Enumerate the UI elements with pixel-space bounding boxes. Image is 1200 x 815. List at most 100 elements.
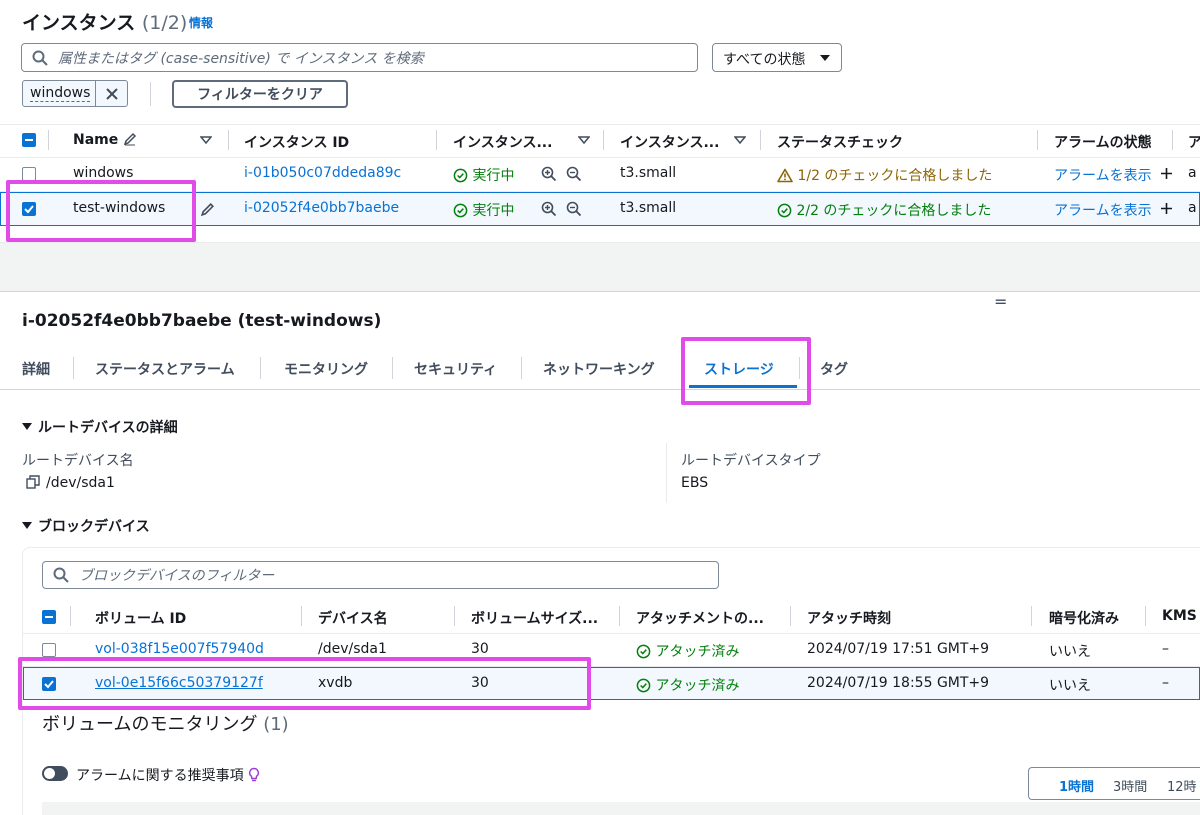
- root-device-section-title: ルートデバイスの詳細: [38, 420, 178, 436]
- tab-security[interactable]: セキュリティ: [414, 359, 497, 379]
- search-icon: [32, 50, 48, 66]
- time-range-1h[interactable]: 1時間: [1059, 776, 1094, 795]
- attachment-status-label: アタッチ済み: [655, 678, 740, 694]
- volume-id-link[interactable]: vol-038f15e007f57940d: [95, 641, 264, 657]
- instance-id-link[interactable]: i-02052f4e0bb7baebe: [244, 200, 399, 216]
- attachment-status: アタッチ済み: [636, 675, 739, 695]
- col-divider: [436, 130, 437, 150]
- col-header-status-check[interactable]: ステータスチェック: [777, 132, 903, 152]
- instance-state: 実行中: [453, 200, 514, 220]
- instance-search-input[interactable]: 属性またはタグ (case-sensitive) で インスタンス を検索: [21, 43, 698, 72]
- caret-down-icon: [820, 55, 830, 61]
- zoom-in-icon[interactable]: [541, 166, 557, 182]
- clear-filters-button[interactable]: フィルターをクリア: [172, 80, 348, 108]
- status-check-label: 1/2 のチェックに合格しました: [797, 168, 993, 184]
- zoom-out-icon[interactable]: [566, 166, 582, 182]
- block-devices-section-header[interactable]: ブロックデバイス: [22, 516, 150, 536]
- col-header-device-name[interactable]: デバイス名: [318, 608, 388, 628]
- sort-caret-icon[interactable]: [734, 136, 746, 144]
- sort-caret-icon[interactable]: [578, 136, 590, 144]
- info-link[interactable]: 情報: [189, 14, 213, 31]
- col-header-kms[interactable]: KMS: [1162, 608, 1197, 624]
- page-title-text: インスタンス: [22, 12, 136, 34]
- col-header-volume-size[interactable]: ボリュームサイズ...: [471, 608, 598, 628]
- col-header-attach-time[interactable]: アタッチ時刻: [807, 608, 891, 628]
- tab-details[interactable]: 詳細: [22, 359, 50, 379]
- col-header-volume-id[interactable]: ボリューム ID: [95, 608, 186, 628]
- col-header-attachment-status[interactable]: アタッチメントの...: [636, 608, 764, 628]
- root-device-section-header[interactable]: ルートデバイスの詳細: [22, 417, 178, 437]
- encrypted: いいえ: [1049, 678, 1091, 694]
- remove-token-icon[interactable]: [105, 87, 119, 101]
- tab-tags[interactable]: タグ: [820, 359, 848, 379]
- tab-divider: [392, 357, 393, 379]
- highlight-box: [681, 337, 811, 405]
- sort-caret-icon[interactable]: [200, 136, 212, 144]
- col-header-instance-state[interactable]: インスタンス...: [453, 132, 552, 152]
- state-select[interactable]: すべての状態: [712, 43, 842, 72]
- col-divider: [1145, 606, 1146, 626]
- tab-networking[interactable]: ネットワーキング: [543, 359, 655, 379]
- col-divider: [48, 130, 49, 150]
- split-panel-divider: [0, 242, 1200, 292]
- col-header-extra[interactable]: ア: [1188, 132, 1200, 152]
- col-header-name[interactable]: Name: [73, 132, 137, 148]
- col-divider: [1037, 130, 1038, 150]
- add-icon[interactable]: [1160, 202, 1173, 215]
- caret-down-icon: [22, 522, 32, 529]
- kms-key: –: [1162, 675, 1169, 691]
- col-header-alarm-state[interactable]: アラームの状態: [1054, 132, 1152, 152]
- edit-icon[interactable]: [200, 202, 215, 217]
- col-name-label: Name: [73, 132, 119, 148]
- state-select-value: すべての状態: [723, 52, 806, 68]
- instance-id-link[interactable]: i-01b050c07ddeda89c: [244, 165, 401, 181]
- search-placeholder: 属性またはタグ (case-sensitive) で インスタンス を検索: [58, 50, 424, 67]
- copy-icon[interactable]: [26, 475, 40, 489]
- root-device-name-value: /dev/sda1: [46, 475, 115, 491]
- row-checkbox[interactable]: [22, 167, 36, 181]
- tab-monitoring[interactable]: モニタリング: [284, 359, 368, 379]
- zoom-out-icon[interactable]: [566, 201, 582, 217]
- zoom-in-icon[interactable]: [541, 201, 557, 217]
- view-alarms-link[interactable]: アラームを表示: [1054, 165, 1152, 185]
- col-divider: [760, 130, 761, 150]
- col-header-instance-type[interactable]: インスタンス...: [620, 132, 719, 152]
- add-icon[interactable]: [1160, 167, 1173, 180]
- status-check: 1/2 のチェックに合格しました: [777, 165, 992, 185]
- lightbulb-icon: [249, 767, 260, 782]
- drag-handle-icon[interactable]: =: [994, 292, 1007, 311]
- edit-icon: [123, 132, 137, 146]
- root-device-type-value: EBS: [681, 475, 709, 491]
- status-check: 2/2 のチェックに合格しました: [777, 200, 991, 220]
- time-range-12h[interactable]: 12時: [1167, 776, 1197, 795]
- col-divider: [619, 606, 620, 626]
- filter-token: windows: [22, 80, 128, 107]
- caret-down-icon: [22, 423, 32, 430]
- view-alarms-link[interactable]: アラームを表示: [1054, 200, 1152, 220]
- root-device-name: /dev/sda1: [26, 475, 115, 491]
- block-device-filter-placeholder: ブロックデバイスのフィルター: [79, 568, 275, 584]
- select-all-volumes-checkbox[interactable]: [42, 610, 56, 624]
- time-range-3h[interactable]: 3時間: [1113, 776, 1147, 795]
- tab-status-alarms[interactable]: ステータスとアラーム: [95, 359, 235, 379]
- instance-name: windows: [73, 165, 134, 181]
- check-circle-icon: [453, 168, 468, 183]
- block-device-filter-input[interactable]: ブロックデバイスのフィルター: [42, 561, 719, 589]
- instance-type: t3.small: [620, 165, 677, 181]
- warning-icon: [777, 168, 793, 183]
- select-all-checkbox[interactable]: [22, 133, 36, 147]
- check-circle-icon: [453, 203, 468, 218]
- volume-size: 30: [471, 641, 489, 657]
- alarm-recommendation-toggle[interactable]: [42, 766, 68, 781]
- tab-divider: [260, 357, 261, 379]
- col-divider: [70, 606, 71, 626]
- root-device-name-label: ルートデバイス名: [22, 453, 134, 469]
- check-circle-icon: [636, 678, 651, 693]
- device-name: /dev/sda1: [318, 641, 387, 657]
- search-icon: [53, 567, 69, 583]
- row-checkbox[interactable]: [42, 643, 56, 657]
- status-check-label: 2/2 のチェックに合格しました: [796, 203, 992, 219]
- col-header-instance-id[interactable]: インスタンス ID: [244, 132, 349, 152]
- col-header-encrypted[interactable]: 暗号化済み: [1049, 608, 1119, 628]
- volume-monitoring-title-text: ボリュームのモニタリング: [42, 714, 258, 735]
